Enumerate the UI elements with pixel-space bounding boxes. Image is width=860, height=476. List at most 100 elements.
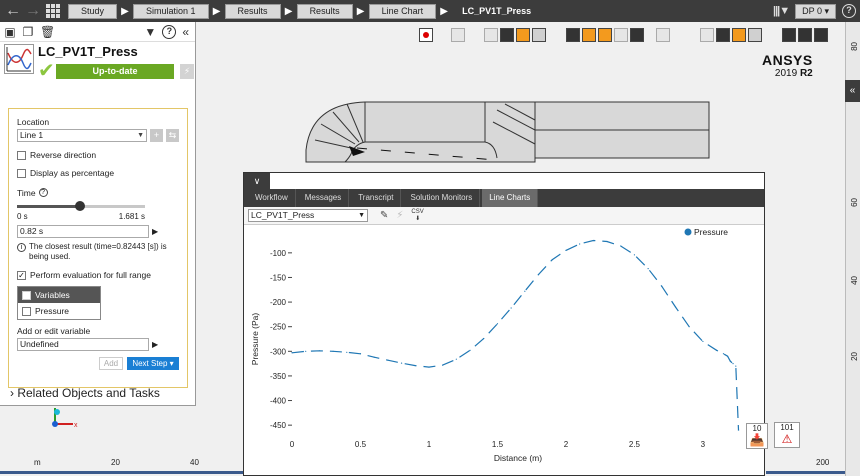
time-slider-handle[interactable] [74,201,85,211]
panel-toolbar: ▣ ❐ 🗑 ▼ ? « [0,22,195,42]
breadcrumb-results[interactable]: Results [224,3,281,19]
tab-transcript[interactable]: Transcript [351,189,402,207]
x-tick-label: 1 [427,440,432,449]
chevron-down-icon: ▼ [137,132,144,139]
topbar-right: |||▼ DP 0 ▾ ? [773,0,856,22]
delete-icon[interactable]: 🗑 [40,25,55,39]
display-percentage-option[interactable]: Display as percentage [17,168,179,178]
pressure-checkbox[interactable] [22,306,31,316]
app-grid-icon[interactable] [46,4,60,18]
add-edit-input[interactable]: Undefined [17,338,149,351]
status-badge[interactable]: Up-to-date [56,63,174,79]
reverse-direction-checkbox[interactable] [17,150,26,160]
selection-toolbar [484,28,546,42]
next-step-button[interactable]: Next Step ▾ [127,357,179,370]
back-arrow-icon[interactable]: ← [4,0,22,22]
time-slider[interactable] [17,200,145,212]
related-objects-toggle[interactable]: › Related Objects and Tasks [10,386,160,400]
version-label: 2019 R2 [762,68,813,79]
breadcrumb-results-2[interactable]: Results [296,3,353,19]
pipe-geometry[interactable] [305,100,715,164]
collapse-chart-panel-icon[interactable]: ∨ [244,173,270,189]
display-section-icon[interactable] [716,28,730,42]
data-point [565,249,567,251]
view-fit-icon[interactable] [656,28,670,42]
view-side-icon[interactable] [614,28,628,42]
view-front-icon[interactable] [582,28,596,42]
select-vertex-icon[interactable] [532,28,546,42]
edit-pencil-icon[interactable]: ✎ [380,210,388,221]
tab-solution-monitors[interactable]: Solution Monitors [403,189,481,207]
location-select[interactable]: Line 1 ▼ [17,129,147,142]
tab-line-charts[interactable]: Line Charts [482,189,539,207]
data-point [551,259,553,261]
pressure-line-chart[interactable]: -100 -150 -200 -250 -300 -350 -400 -450 0 0.5 1 1.5… [244,225,764,476]
ruler-tick: 60 [850,198,859,207]
related-objects-label: Related Objects and Tasks [17,386,160,400]
variables-header[interactable]: Variables [18,287,100,303]
breadcrumb-study[interactable]: Study [68,3,118,19]
breadcrumb-line-chart[interactable]: Line Chart [368,3,437,19]
chevron-down-icon: ▼ [358,212,365,219]
line-tool-icon[interactable] [798,28,812,42]
variable-row-pressure[interactable]: Pressure [18,303,100,319]
display-fullscreen-icon[interactable] [748,28,762,42]
version-number: 2019 [774,68,798,79]
full-range-checkbox[interactable]: ✓ [17,270,26,280]
select-edge-icon[interactable] [516,28,530,42]
collapse-panel-icon[interactable]: « [182,25,189,39]
ruler-unit: m [34,458,41,467]
add-location-button[interactable]: + [150,129,163,142]
view-box-icon[interactable] [566,28,580,42]
help-icon[interactable]: ? [842,4,856,18]
time-min-label: 0 s [17,212,28,221]
tab-workflow[interactable]: Workflow [248,189,296,207]
display-percentage-checkbox[interactable] [17,168,26,178]
time-input[interactable]: 0.82 s [17,225,149,238]
data-point [469,349,471,351]
design-point-select[interactable]: DP 0 ▾ [795,3,836,19]
time-help-icon[interactable]: ? [38,188,48,197]
lightning-icon[interactable]: ⚡ [180,63,194,79]
csv-export-icon[interactable]: CSV ⬇ [411,209,423,223]
parameters-icon[interactable]: |||▼ [773,5,790,17]
chart-select[interactable]: LC_PV1T_Press ▼ [248,209,368,222]
data-point [661,285,663,287]
reverse-direction-option[interactable]: Reverse direction [17,150,179,160]
point-tool-icon[interactable] [782,28,796,42]
add-button[interactable]: Add [99,357,123,370]
new-object-icon[interactable]: ▣ [4,25,16,39]
record-icon[interactable] [419,28,433,42]
data-point [414,364,416,367]
errors-badge[interactable]: 101 ⚠ [774,422,800,448]
select-body-icon[interactable] [484,28,498,42]
data-point [732,363,734,365]
ruler-tick: 20 [111,458,120,467]
messages-badge[interactable]: 10 📥 [746,423,768,449]
y-tick-label: -350 [270,372,287,381]
swap-location-button[interactable]: ⇆ [166,129,179,142]
view-iso-icon[interactable] [598,28,612,42]
select-all-checkbox[interactable] [22,290,31,300]
legend-label: Pressure [694,227,728,237]
select-face-icon[interactable] [500,28,514,42]
full-range-option[interactable]: ✓ Perform evaluation for full range [17,270,179,280]
lightning-icon[interactable] [451,28,465,42]
forward-arrow-icon[interactable]: → [24,0,42,22]
plane-tool-icon[interactable] [814,28,828,42]
view-toolbar [566,28,670,42]
view-wire-icon[interactable] [630,28,644,42]
expand-arrow-icon[interactable]: ▶ [152,227,158,236]
expand-side-panel-icon[interactable]: « [845,80,860,102]
tab-messages[interactable]: Messages [298,189,350,207]
panel-help-icon[interactable]: ? [162,24,177,39]
display-mesh-icon[interactable] [700,28,714,42]
breadcrumb-simulation[interactable]: Simulation 1 [133,3,209,19]
expand-arrow-icon[interactable]: ▶ [152,340,158,349]
copy-icon[interactable]: ❐ [22,25,34,39]
lightning-icon[interactable]: ⚡ [396,210,403,221]
messages-count: 10 [752,424,762,433]
chart-panel-tabs: Workflow Messages Transcript Solution Mo… [244,189,764,207]
filter-icon[interactable]: ▼ [144,25,156,39]
display-grid-icon[interactable] [732,28,746,42]
